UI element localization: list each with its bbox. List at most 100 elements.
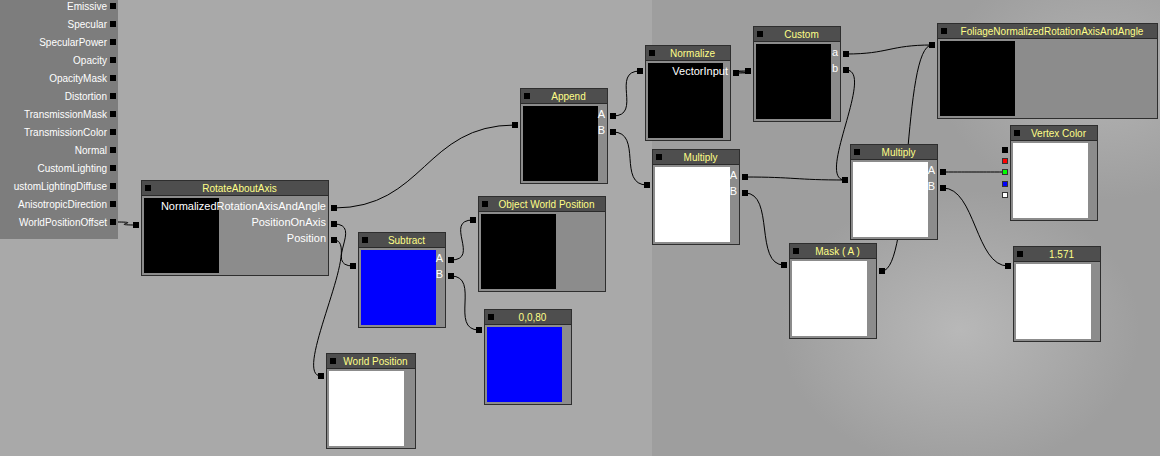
pin-label: A xyxy=(928,162,935,178)
expression-node[interactable]: MultiplyAB xyxy=(850,144,938,240)
input-pin[interactable] xyxy=(331,237,337,243)
output-pin[interactable] xyxy=(512,122,518,128)
output-pin[interactable] xyxy=(644,182,650,188)
input-pin[interactable] xyxy=(110,3,116,9)
collapse-icon[interactable] xyxy=(330,358,336,364)
collapse-icon[interactable] xyxy=(793,248,799,254)
material-pin-row: ustomLightingDiffuse xyxy=(0,177,118,195)
input-pin[interactable] xyxy=(110,57,116,63)
node-header[interactable]: 0,0,80 xyxy=(485,310,571,325)
input-pin[interactable] xyxy=(940,185,946,191)
node-header[interactable]: Multiply xyxy=(653,150,739,165)
material-node[interactable]: EmissiveSpecularSpecularPowerOpacityOpac… xyxy=(0,0,118,239)
output-pin[interactable] xyxy=(1002,192,1008,198)
output-pin[interactable] xyxy=(929,42,935,48)
output-pin[interactable] xyxy=(781,262,787,268)
node-header[interactable]: 1.571 xyxy=(1014,247,1100,262)
input-pin[interactable] xyxy=(879,268,885,274)
node-header[interactable]: RotateAboutAxis xyxy=(142,181,328,196)
node-header[interactable]: Vertex Color xyxy=(1011,126,1097,141)
input-pin[interactable] xyxy=(733,70,739,76)
wire xyxy=(334,224,353,266)
output-pin[interactable] xyxy=(476,327,482,333)
collapse-icon[interactable] xyxy=(482,201,488,207)
output-pin[interactable] xyxy=(1005,263,1011,269)
expression-node[interactable]: RotateAboutAxis NormalizedRotationAxisAnd… xyxy=(141,180,329,276)
output-pin[interactable] xyxy=(470,217,476,223)
expression-node[interactable]: Mask ( A ) xyxy=(789,243,877,339)
collapse-icon[interactable] xyxy=(1014,130,1020,136)
expression-node[interactable]: SubtractAB xyxy=(358,232,446,328)
collapse-icon[interactable] xyxy=(941,28,947,34)
input-pin[interactable] xyxy=(110,75,116,81)
input-pin[interactable] xyxy=(110,219,116,225)
node-header[interactable]: FoliageNormalizedRotationAxisAndAngle xyxy=(938,24,1157,39)
input-pin[interactable] xyxy=(331,205,337,211)
expression-node[interactable]: MultiplyAB xyxy=(652,149,740,245)
input-pin[interactable] xyxy=(610,113,616,119)
expression-node[interactable]: FoliageNormalizedRotationAxisAndAngle xyxy=(937,23,1158,119)
collapse-icon[interactable] xyxy=(362,237,368,243)
node-header[interactable]: Custom xyxy=(754,27,840,42)
input-pin[interactable] xyxy=(331,221,337,227)
input-pin[interactable] xyxy=(110,111,116,117)
output-pin[interactable] xyxy=(1002,158,1008,164)
node-preview xyxy=(329,371,404,446)
input-pin[interactable] xyxy=(610,129,616,135)
node-body: AB xyxy=(851,160,937,239)
expression-node[interactable]: Vertex Color xyxy=(1010,125,1098,221)
collapse-icon[interactable] xyxy=(145,185,151,191)
expression-node[interactable]: Object World Position xyxy=(478,196,606,292)
input-pin[interactable] xyxy=(110,21,116,27)
output-pin[interactable] xyxy=(637,68,643,74)
node-header[interactable]: World Position xyxy=(327,354,415,369)
collapse-icon[interactable] xyxy=(524,93,530,99)
node-header[interactable]: Mask ( A ) xyxy=(790,244,876,259)
expression-node[interactable]: NormalizeVectorInput xyxy=(645,45,731,141)
output-pin[interactable] xyxy=(842,177,848,183)
expression-node[interactable]: AppendAB xyxy=(520,88,608,184)
input-pin[interactable] xyxy=(843,67,849,73)
collapse-icon[interactable] xyxy=(854,149,860,155)
input-pin[interactable] xyxy=(110,39,116,45)
expression-node[interactable]: Customab xyxy=(753,26,841,122)
node-header[interactable]: Object World Position xyxy=(479,197,605,212)
input-pin[interactable] xyxy=(448,273,454,279)
output-pin[interactable] xyxy=(350,263,356,269)
output-pin[interactable] xyxy=(1002,169,1008,175)
node-header[interactable]: Append xyxy=(521,89,607,104)
input-pin[interactable] xyxy=(110,147,116,153)
input-pin[interactable] xyxy=(448,257,454,263)
node-header[interactable]: Normalize xyxy=(646,46,730,61)
node-header[interactable]: Subtract xyxy=(359,233,445,248)
input-pin[interactable] xyxy=(110,165,116,171)
collapse-icon[interactable] xyxy=(656,154,662,160)
input-pin[interactable] xyxy=(742,174,748,180)
input-pin[interactable] xyxy=(110,183,116,189)
expression-node[interactable]: 1.571 xyxy=(1013,246,1101,342)
expression-node[interactable]: 0,0,80 xyxy=(484,309,572,405)
material-graph[interactable]: EmissiveSpecularSpecularPowerOpacityOpac… xyxy=(0,0,1160,456)
collapse-icon[interactable] xyxy=(488,314,494,320)
input-pin[interactable] xyxy=(110,93,116,99)
pin-label: AnisotropicDirection xyxy=(18,199,107,210)
input-pin[interactable] xyxy=(940,169,946,175)
input-pin[interactable] xyxy=(110,201,116,207)
output-pin[interactable] xyxy=(1002,147,1008,153)
collapse-icon[interactable] xyxy=(1017,251,1023,257)
input-pin[interactable] xyxy=(110,129,116,135)
input-pin[interactable] xyxy=(843,51,849,57)
output-pin[interactable] xyxy=(745,68,751,74)
expression-node[interactable]: World Position xyxy=(326,353,416,449)
node-header[interactable]: Multiply xyxy=(851,145,937,160)
collapse-icon[interactable] xyxy=(757,31,763,37)
material-pin-row: TransmissionMask xyxy=(0,105,118,123)
output-pin[interactable] xyxy=(318,373,324,379)
pin-label: NormalizedRotationAxisAndAngle xyxy=(161,198,326,214)
input-pin[interactable] xyxy=(742,190,748,196)
output-pin[interactable] xyxy=(133,222,139,228)
output-pin[interactable] xyxy=(1002,181,1008,187)
wire xyxy=(451,220,473,260)
pin-label: A xyxy=(730,167,737,183)
collapse-icon[interactable] xyxy=(649,50,655,56)
